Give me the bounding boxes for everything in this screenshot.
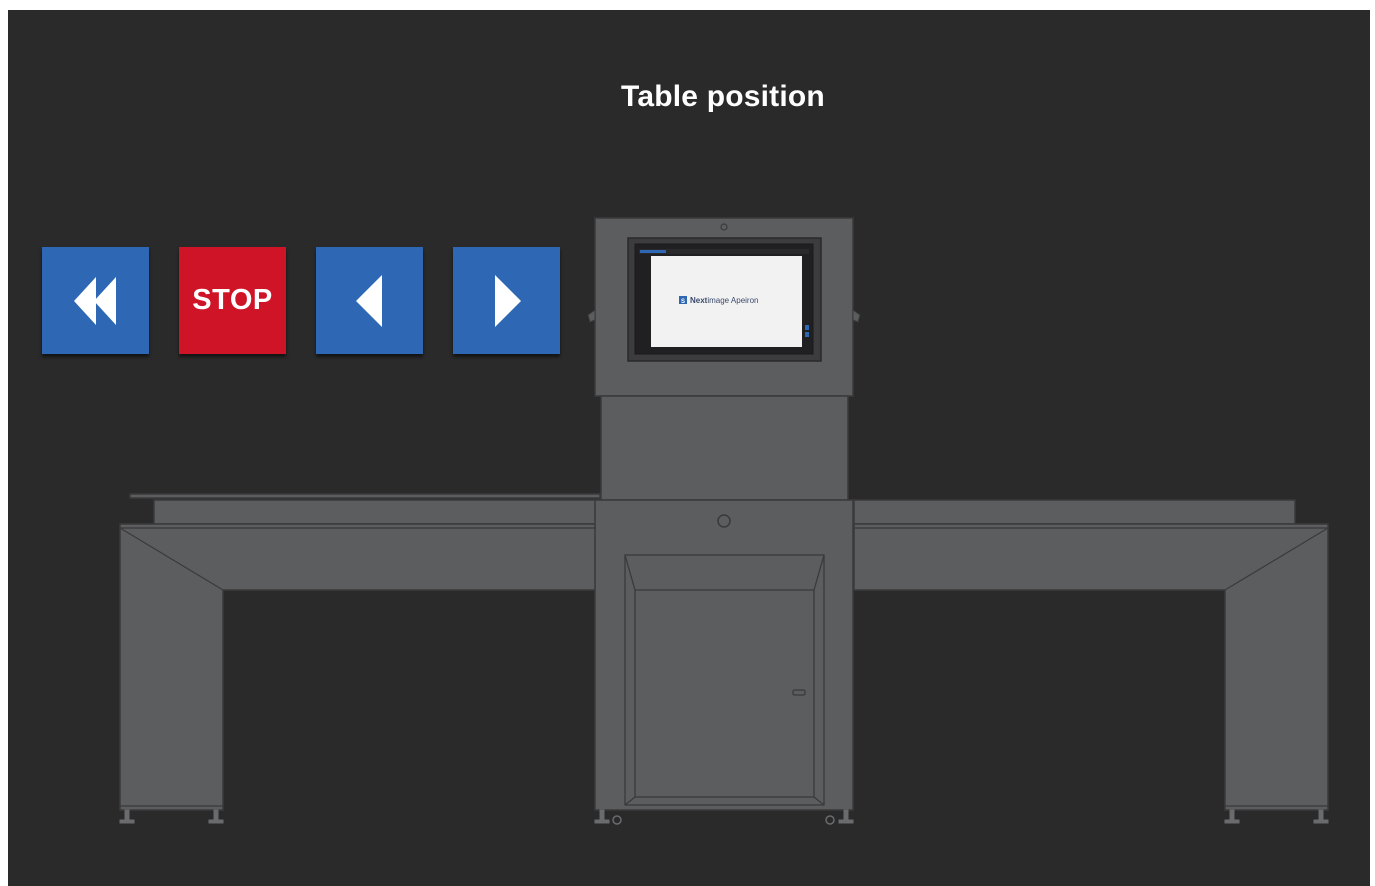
brand-logo-letter: S bbox=[681, 299, 685, 305]
app-frame: Table position STOP S Nextimage Apeiron bbox=[8, 10, 1370, 886]
right-conveyor bbox=[853, 499, 1296, 525]
right-table-frame bbox=[853, 523, 1329, 811]
machine-illustration: S Nextimage Apeiron bbox=[119, 217, 1329, 825]
left-rail bbox=[129, 493, 601, 499]
left-conveyor bbox=[153, 499, 599, 525]
left-table-frame bbox=[119, 523, 597, 811]
machine-neck bbox=[600, 395, 849, 501]
screen-brand-text: Nextimage Apeiron bbox=[690, 296, 759, 305]
